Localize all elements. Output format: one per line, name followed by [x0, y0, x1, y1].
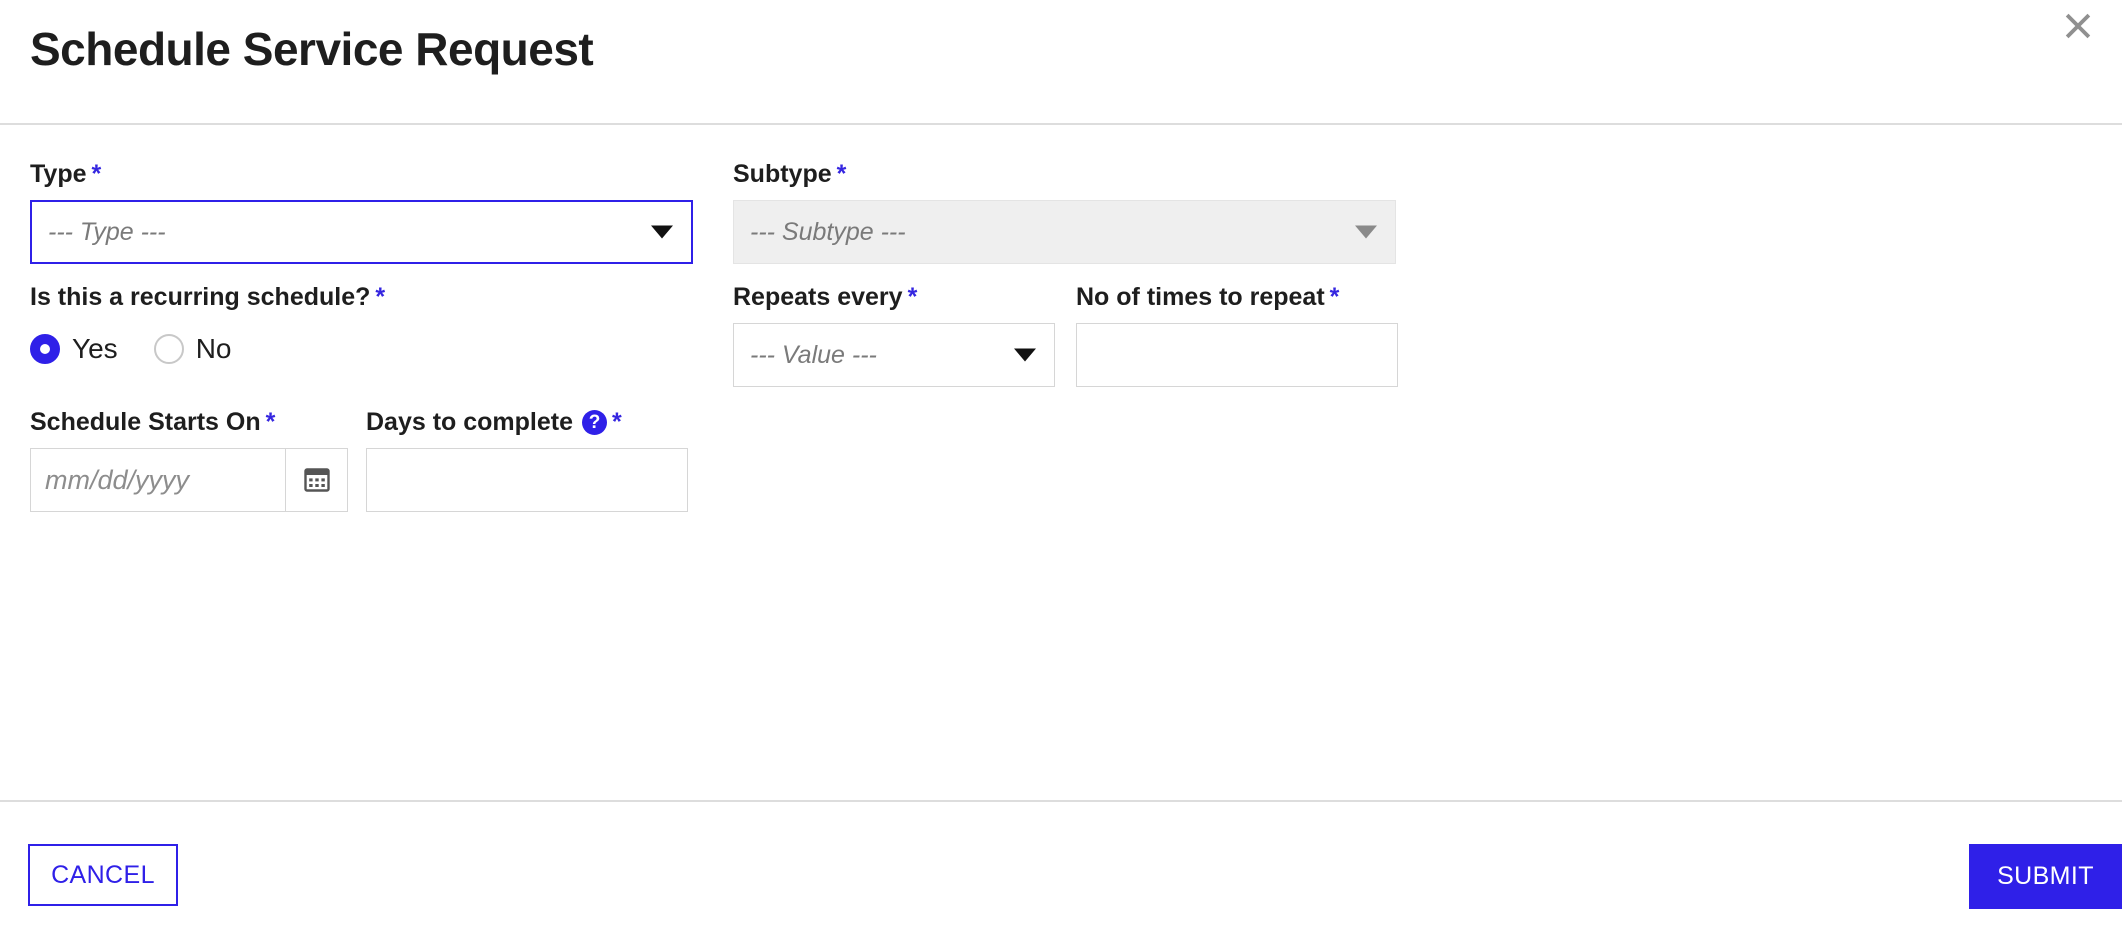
radio-option-yes[interactable]: Yes — [30, 333, 118, 365]
label-recurring-text: Is this a recurring schedule? — [30, 283, 371, 311]
field-days-to-complete: Days to complete ? * — [366, 407, 688, 512]
help-circle-icon[interactable]: ? — [582, 409, 608, 435]
label-subtype-text: Subtype — [733, 160, 832, 188]
label-type-text: Type — [30, 160, 87, 188]
subtype-select-value: --- Subtype --- — [750, 217, 906, 246]
radio-label-yes: Yes — [72, 333, 118, 364]
field-recurring: Is this a recurring schedule? * Yes No — [30, 282, 693, 375]
required-asterisk: * — [836, 159, 847, 188]
submit-button[interactable]: SUBMIT — [1969, 844, 2122, 909]
subtype-select[interactable]: --- Subtype --- — [733, 200, 1396, 264]
field-schedule-starts-on: Schedule Starts On * — [30, 407, 348, 512]
repeats-every-select[interactable]: --- Value --- — [733, 323, 1055, 387]
required-asterisk: * — [265, 407, 276, 436]
label-days-to-complete-text: Days to complete — [366, 408, 574, 436]
schedule-service-request-dialog: Schedule Service Request Type * --- Type… — [0, 0, 2122, 938]
page-title: Schedule Service Request — [30, 23, 594, 75]
required-asterisk: * — [907, 282, 918, 311]
recurring-radio-group: Yes No — [30, 323, 693, 375]
label-schedule-starts-on-text: Schedule Starts On — [30, 408, 261, 436]
chevron-down-icon — [651, 225, 673, 239]
required-asterisk: * — [375, 282, 386, 311]
form-row-type: Type * --- Type --- Subtype * --- Subtyp… — [30, 159, 2092, 264]
close-button[interactable] — [2056, 4, 2100, 48]
days-to-complete-input[interactable] — [366, 448, 688, 512]
chevron-down-icon — [1014, 348, 1036, 362]
label-subtype: Subtype * — [733, 159, 1396, 189]
field-no-of-times: No of times to repeat * — [1076, 282, 1398, 387]
label-repeats-every-text: Repeats every — [733, 283, 903, 311]
label-schedule-starts-on: Schedule Starts On * — [30, 407, 348, 437]
close-icon — [2063, 11, 2093, 41]
form-row-recurrence: Is this a recurring schedule? * Yes No R… — [30, 282, 2092, 387]
chevron-down-icon — [1355, 225, 1377, 239]
label-recurring: Is this a recurring schedule? * — [30, 282, 693, 312]
calendar-picker-button[interactable] — [285, 448, 348, 512]
form-row-schedule: Schedule Starts On * mm/dd/yyyy Days to … — [30, 407, 2092, 512]
type-select-value: --- Type --- — [48, 217, 166, 246]
cancel-button[interactable]: CANCEL — [28, 844, 178, 906]
radio-label-no: No — [195, 333, 232, 364]
date-field-group — [30, 448, 348, 512]
type-select[interactable]: --- Type --- — [30, 200, 693, 264]
required-asterisk: * — [1329, 282, 1340, 311]
dialog-footer: CANCEL SUBMIT — [0, 800, 2122, 938]
required-asterisk: * — [91, 159, 102, 188]
calendar-icon — [303, 466, 330, 495]
repeats-every-value: --- Value --- — [750, 340, 877, 369]
field-type: Type * --- Type --- — [30, 159, 693, 264]
schedule-starts-on-input[interactable] — [30, 448, 285, 512]
label-no-of-times: No of times to repeat * — [1076, 282, 1398, 312]
radio-option-no[interactable]: No — [153, 333, 232, 365]
dialog-body: Type * --- Type --- Subtype * --- Subtyp… — [0, 125, 2122, 800]
radio-mark-no — [153, 334, 184, 364]
field-repeats-every: Repeats every * --- Value --- — [733, 282, 1055, 387]
label-type: Type * — [30, 159, 693, 189]
no-of-times-input[interactable] — [1076, 323, 1398, 387]
field-subtype: Subtype * --- Subtype --- — [733, 159, 1396, 264]
radio-mark-yes — [30, 334, 60, 364]
label-repeats-every: Repeats every * — [733, 282, 1055, 312]
label-days-to-complete: Days to complete ? * — [366, 407, 688, 437]
required-asterisk: * — [612, 407, 622, 436]
dialog-header: Schedule Service Request — [0, 0, 2122, 125]
label-no-of-times-text: No of times to repeat — [1076, 283, 1325, 311]
